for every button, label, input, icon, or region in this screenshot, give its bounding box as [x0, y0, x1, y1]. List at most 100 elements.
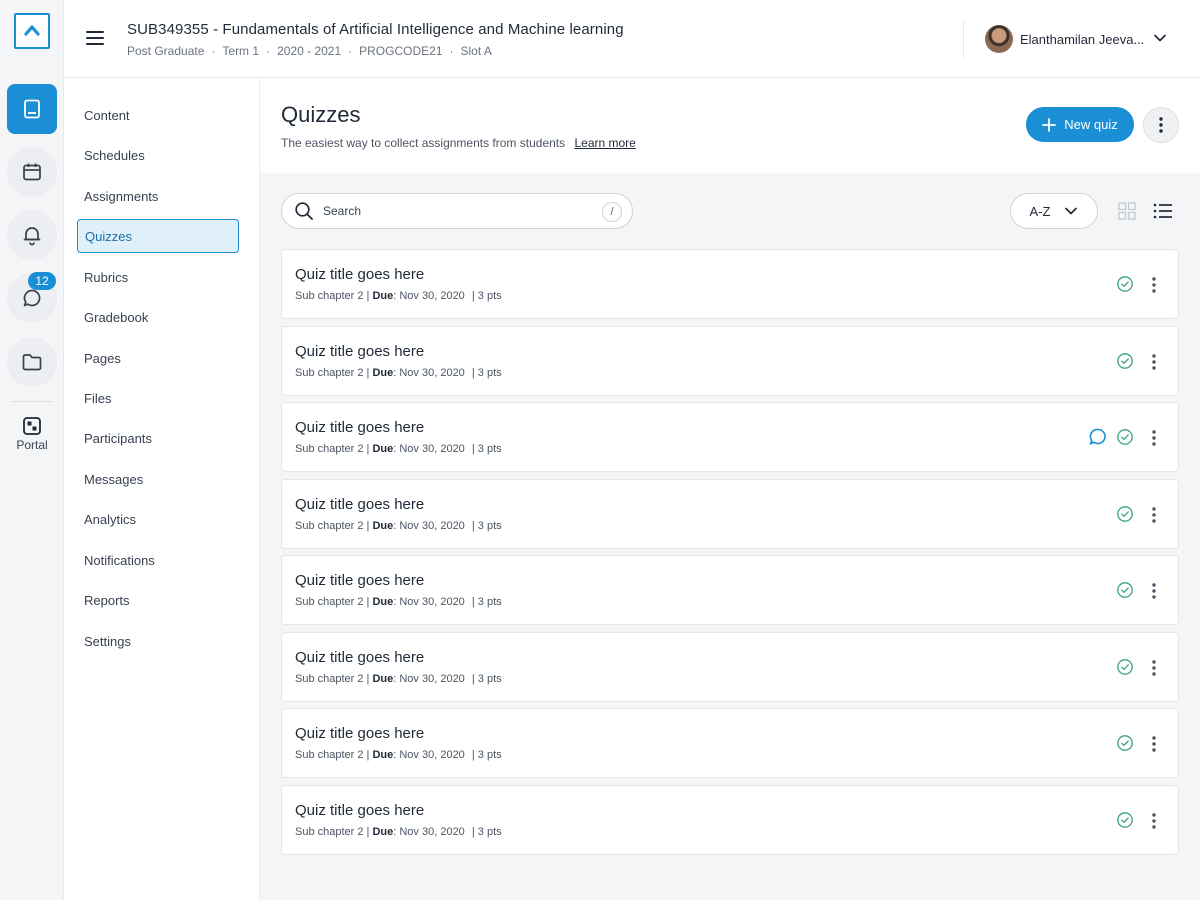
- quiz-chapter: Sub chapter 2 |: [295, 596, 370, 608]
- quiz-card[interactable]: Quiz title goes here Sub chapter 2 | Due…: [281, 325, 1179, 396]
- list-view-icon[interactable]: [1153, 202, 1173, 220]
- quiz-meta: Sub chapter 2 | Due: Nov 30, 2020 | 3 pt…: [295, 749, 502, 761]
- course-meta: Post Graduate · Term 1 · 2020 - 2021 · P…: [127, 44, 492, 58]
- quiz-points: | 3 pts: [471, 596, 502, 608]
- quiz-title: Quiz title goes here: [295, 266, 425, 283]
- nav-item-rubrics[interactable]: Rubrics: [77, 260, 239, 294]
- more-vertical-icon: [1152, 506, 1156, 523]
- hamburger-icon[interactable]: [86, 31, 104, 45]
- top-header: SUB349355 - Fundamentals of Artificial I…: [64, 0, 1200, 78]
- quiz-points: | 3 pts: [471, 290, 502, 302]
- nav-item-notifications[interactable]: Notifications: [77, 543, 239, 577]
- quiz-card[interactable]: Quiz title goes here Sub chapter 2 | Due…: [281, 631, 1179, 702]
- quiz-card[interactable]: Quiz title goes here Sub chapter 2 | Due…: [281, 708, 1179, 778]
- quiz-due-date: : Nov 30, 2020: [393, 366, 465, 379]
- quiz-chapter: Sub chapter 2 |: [295, 366, 370, 379]
- more-vertical-icon: [1152, 353, 1156, 370]
- rail-files-button[interactable]: [7, 337, 57, 387]
- nav-item-schedules[interactable]: Schedules: [77, 138, 239, 172]
- quiz-more-button[interactable]: [1144, 427, 1164, 449]
- quiz-due-label: Due: [372, 443, 394, 455]
- check-circle-icon: [1117, 505, 1133, 522]
- quiz-meta: Sub chapter 2 | Due: Nov 30, 2020 | 3 pt…: [295, 367, 502, 379]
- quiz-due-date: : Nov 30, 2020: [393, 519, 465, 532]
- quiz-due-label: Due: [372, 672, 394, 685]
- nav-item-reports[interactable]: Reports: [77, 583, 239, 617]
- quiz-due-label: Due: [372, 596, 394, 608]
- nav-item-assignments[interactable]: Assignments: [77, 179, 239, 213]
- comment-icon[interactable]: [1088, 427, 1108, 447]
- check-circle-icon: [1117, 352, 1133, 369]
- new-quiz-button[interactable]: New quiz: [1026, 107, 1134, 142]
- nav-item-files[interactable]: Files: [77, 381, 239, 415]
- course-program-code: PROGCODE21: [359, 44, 443, 58]
- quiz-more-button[interactable]: [1144, 504, 1164, 526]
- rail-portal-button[interactable]: Portal: [0, 416, 64, 452]
- nav-item-gradebook[interactable]: Gradebook: [77, 300, 239, 334]
- page-more-button[interactable]: [1143, 107, 1179, 143]
- chevron-down-icon: [1065, 207, 1078, 215]
- quiz-card[interactable]: Quiz title goes here Sub chapter 2 | Due…: [281, 784, 1179, 855]
- rail-courses-button[interactable]: [7, 84, 57, 134]
- quiz-due-date: : Nov 30, 2020: [393, 596, 465, 608]
- rail-notifications-button[interactable]: [7, 210, 57, 260]
- quiz-more-button[interactable]: [1144, 580, 1164, 602]
- quiz-points: | 3 pts: [471, 366, 502, 379]
- nav-item-participants[interactable]: Participants: [77, 421, 239, 455]
- quiz-more-button[interactable]: [1144, 657, 1164, 679]
- quiz-card[interactable]: Quiz title goes here Sub chapter 2 | Due…: [281, 555, 1179, 625]
- nav-item-pages[interactable]: Pages: [77, 341, 239, 375]
- quiz-due-label: Due: [372, 749, 394, 761]
- quiz-title: Quiz title goes here: [295, 419, 425, 436]
- quiz-card[interactable]: Quiz title goes here Sub chapter 2 | Due…: [281, 249, 1179, 319]
- page-header: Quizzes The easiest way to collect assig…: [260, 78, 1200, 173]
- more-vertical-icon: [1152, 736, 1156, 752]
- search-box[interactable]: /: [281, 193, 633, 229]
- quiz-card[interactable]: Quiz title goes here Sub chapter 2 | Due…: [281, 402, 1179, 472]
- nav-item-quizzes[interactable]: Quizzes: [77, 219, 239, 253]
- quiz-due-date: : Nov 30, 2020: [393, 825, 465, 838]
- nav-item-content[interactable]: Content: [77, 98, 239, 132]
- learn-more-link[interactable]: Learn more: [574, 136, 635, 150]
- quiz-points: | 3 pts: [471, 672, 502, 685]
- check-circle-icon: [1117, 735, 1133, 751]
- search-shortcut-key: /: [602, 202, 622, 222]
- course-year: 2020 - 2021: [277, 44, 342, 58]
- quiz-due-label: Due: [372, 290, 394, 302]
- more-vertical-icon: [1152, 277, 1156, 293]
- avatar[interactable]: [985, 25, 1013, 53]
- header-divider: [963, 20, 964, 58]
- user-name[interactable]: Elanthamilan Jeeva...: [1020, 32, 1144, 47]
- quiz-more-button[interactable]: [1144, 351, 1164, 373]
- search-input[interactable]: [323, 204, 583, 218]
- quiz-more-button[interactable]: [1144, 733, 1164, 755]
- quiz-due-label: Due: [372, 825, 394, 838]
- more-vertical-icon: [1152, 659, 1156, 676]
- chevron-down-icon[interactable]: [1152, 30, 1168, 46]
- grid-view-icon[interactable]: [1118, 202, 1136, 220]
- more-vertical-icon: [1152, 812, 1156, 829]
- sort-dropdown[interactable]: A-Z: [1010, 193, 1098, 229]
- quiz-card[interactable]: Quiz title goes here Sub chapter 2 | Due…: [281, 478, 1179, 549]
- home-logo-icon[interactable]: [14, 13, 50, 49]
- book-icon: [24, 99, 40, 119]
- check-circle-icon: [1117, 276, 1133, 292]
- quiz-points: | 3 pts: [471, 519, 502, 532]
- nav-item-settings[interactable]: Settings: [77, 624, 239, 658]
- quiz-more-button[interactable]: [1144, 274, 1164, 296]
- quiz-title: Quiz title goes here: [295, 572, 425, 589]
- quiz-chapter: Sub chapter 2 |: [295, 443, 370, 455]
- rail-calendar-button[interactable]: [7, 147, 57, 197]
- quiz-meta: Sub chapter 2 | Due: Nov 30, 2020 | 3 pt…: [295, 443, 502, 455]
- meta-separator: ·: [348, 44, 353, 58]
- quiz-chapter: Sub chapter 2 |: [295, 290, 370, 302]
- quiz-more-button[interactable]: [1144, 810, 1164, 832]
- check-circle-icon: [1117, 658, 1133, 675]
- check-circle-icon: [1117, 811, 1133, 828]
- more-vertical-icon: [1152, 583, 1156, 599]
- course-term: Term 1: [222, 44, 260, 58]
- quiz-title: Quiz title goes here: [295, 725, 425, 742]
- meta-separator: ·: [211, 44, 216, 58]
- nav-item-messages[interactable]: Messages: [77, 462, 239, 496]
- nav-item-analytics[interactable]: Analytics: [77, 502, 239, 536]
